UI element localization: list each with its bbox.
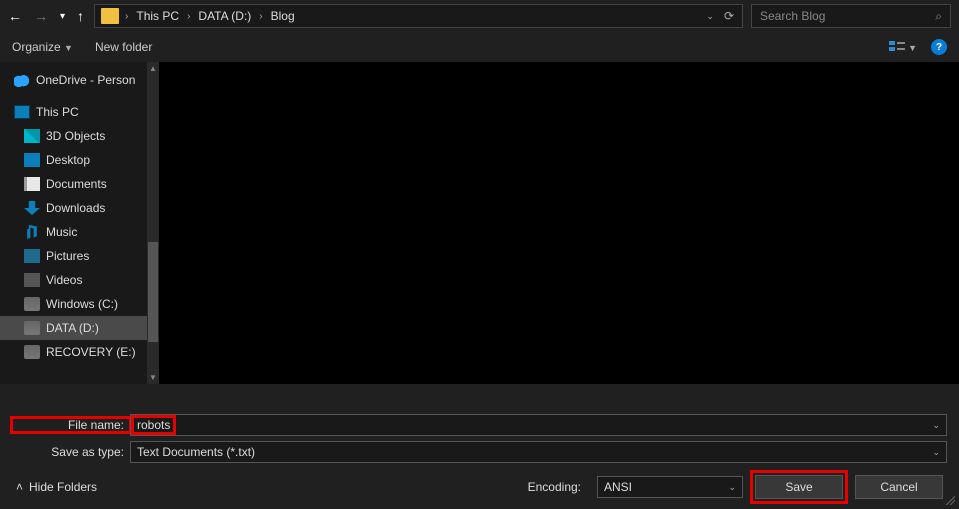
sidebar-item-music[interactable]: Music xyxy=(0,220,159,244)
new-folder-button[interactable]: New folder xyxy=(95,40,152,54)
drive-icon xyxy=(24,345,40,359)
recent-dropdown-icon[interactable]: ▾ xyxy=(60,11,65,22)
filename-row: File name: robots ⌄ xyxy=(12,413,947,437)
hide-folders-button[interactable]: ˄ Hide Folders xyxy=(16,480,97,494)
breadcrumb-bar[interactable]: › This PC › DATA (D:) › Blog ⌄ ⟳ xyxy=(94,4,743,28)
scroll-thumb[interactable] xyxy=(148,242,158,342)
chevron-down-icon[interactable]: ⌄ xyxy=(932,447,940,458)
sidebar-item-drive-d[interactable]: DATA (D:) xyxy=(0,316,159,340)
search-input[interactable]: Search Blog ⌕ xyxy=(751,4,951,28)
saveastype-row: Save as type: Text Documents (*.txt) ⌄ xyxy=(12,440,947,464)
actions-row: ˄ Hide Folders Encoding: ANSI ⌄ Save Can… xyxy=(0,467,959,509)
sidebar-item-downloads[interactable]: Downloads xyxy=(0,196,159,220)
address-bar: ← → ▾ ↑ › This PC › DATA (D:) › Blog ⌄ ⟳… xyxy=(0,0,959,32)
chevron-up-icon: ˄ xyxy=(16,480,23,494)
music-icon xyxy=(24,225,40,239)
download-icon xyxy=(24,201,40,215)
chevron-down-icon[interactable]: ⌄ xyxy=(728,482,736,493)
sidebar: OneDrive - Person This PC 3D Objects Des… xyxy=(0,62,160,384)
sidebar-item-pictures[interactable]: Pictures xyxy=(0,244,159,268)
sidebar-item-onedrive[interactable]: OneDrive - Person xyxy=(0,68,159,92)
chevron-down-icon: ▼ xyxy=(908,43,917,53)
sidebar-item-thispc[interactable]: This PC xyxy=(0,100,159,124)
cube-icon xyxy=(24,129,40,143)
sidebar-item-documents[interactable]: Documents xyxy=(0,172,159,196)
sidebar-item-drive-c[interactable]: Windows (C:) xyxy=(0,292,159,316)
cloud-icon xyxy=(14,73,30,87)
path-dropdown-icon[interactable]: ⌄ xyxy=(706,11,714,22)
scroll-up-icon[interactable]: ▲ xyxy=(149,64,157,73)
filename-input[interactable]: robots ⌄ xyxy=(130,414,947,436)
forward-icon[interactable]: → xyxy=(34,8,48,24)
breadcrumb: › This PC › DATA (D:) › Blog xyxy=(125,7,299,25)
desktop-icon xyxy=(24,153,40,167)
refresh-icon[interactable]: ⟳ xyxy=(724,9,734,23)
pc-icon xyxy=(14,105,30,119)
saveastype-label: Save as type: xyxy=(12,445,130,459)
chevron-right-icon: › xyxy=(187,11,190,22)
help-icon[interactable]: ? xyxy=(931,39,947,55)
picture-icon xyxy=(24,249,40,263)
search-icon: ⌕ xyxy=(935,9,942,24)
search-placeholder: Search Blog xyxy=(760,9,825,23)
toolbar: Organize ▼ New folder ▼ ? xyxy=(0,32,959,62)
cancel-button[interactable]: Cancel xyxy=(855,475,943,499)
chevron-right-icon: › xyxy=(259,11,262,22)
crumb-folder[interactable]: Blog xyxy=(267,7,299,25)
chevron-down-icon: ▼ xyxy=(64,43,73,53)
chevron-down-icon[interactable]: ⌄ xyxy=(932,420,940,431)
drive-icon xyxy=(24,321,40,335)
view-button[interactable]: ▼ xyxy=(889,40,917,54)
document-icon xyxy=(24,177,40,191)
chevron-right-icon: › xyxy=(125,11,128,22)
sidebar-item-drive-e[interactable]: RECOVERY (E:) xyxy=(0,340,159,364)
resize-grip[interactable] xyxy=(945,495,955,505)
sidebar-item-videos[interactable]: Videos xyxy=(0,268,159,292)
file-list[interactable] xyxy=(160,62,959,384)
bottom-panel: File name: robots ⌄ Save as type: Text D… xyxy=(0,402,959,509)
organize-button[interactable]: Organize ▼ xyxy=(12,40,73,54)
scroll-down-icon[interactable]: ▼ xyxy=(149,373,157,382)
encoding-select[interactable]: ANSI ⌄ xyxy=(597,476,743,498)
encoding-label: Encoding: xyxy=(528,480,581,494)
saveastype-select[interactable]: Text Documents (*.txt) ⌄ xyxy=(130,441,947,463)
drive-icon xyxy=(24,297,40,311)
video-icon xyxy=(24,273,40,287)
back-icon[interactable]: ← xyxy=(8,8,22,24)
save-button[interactable]: Save xyxy=(755,475,843,499)
nav-arrows: ← → ▾ ↑ xyxy=(8,8,84,24)
up-icon[interactable]: ↑ xyxy=(77,8,84,24)
crumb-thispc[interactable]: This PC xyxy=(132,7,183,25)
main-area: OneDrive - Person This PC 3D Objects Des… xyxy=(0,62,959,384)
sidebar-item-desktop[interactable]: Desktop xyxy=(0,148,159,172)
sidebar-item-3dobjects[interactable]: 3D Objects xyxy=(0,124,159,148)
filename-label: File name: xyxy=(12,418,130,432)
crumb-drive[interactable]: DATA (D:) xyxy=(194,7,255,25)
sidebar-scrollbar[interactable]: ▲ ▼ xyxy=(147,62,159,384)
folder-icon xyxy=(101,8,119,24)
filename-value: robots xyxy=(133,417,174,433)
